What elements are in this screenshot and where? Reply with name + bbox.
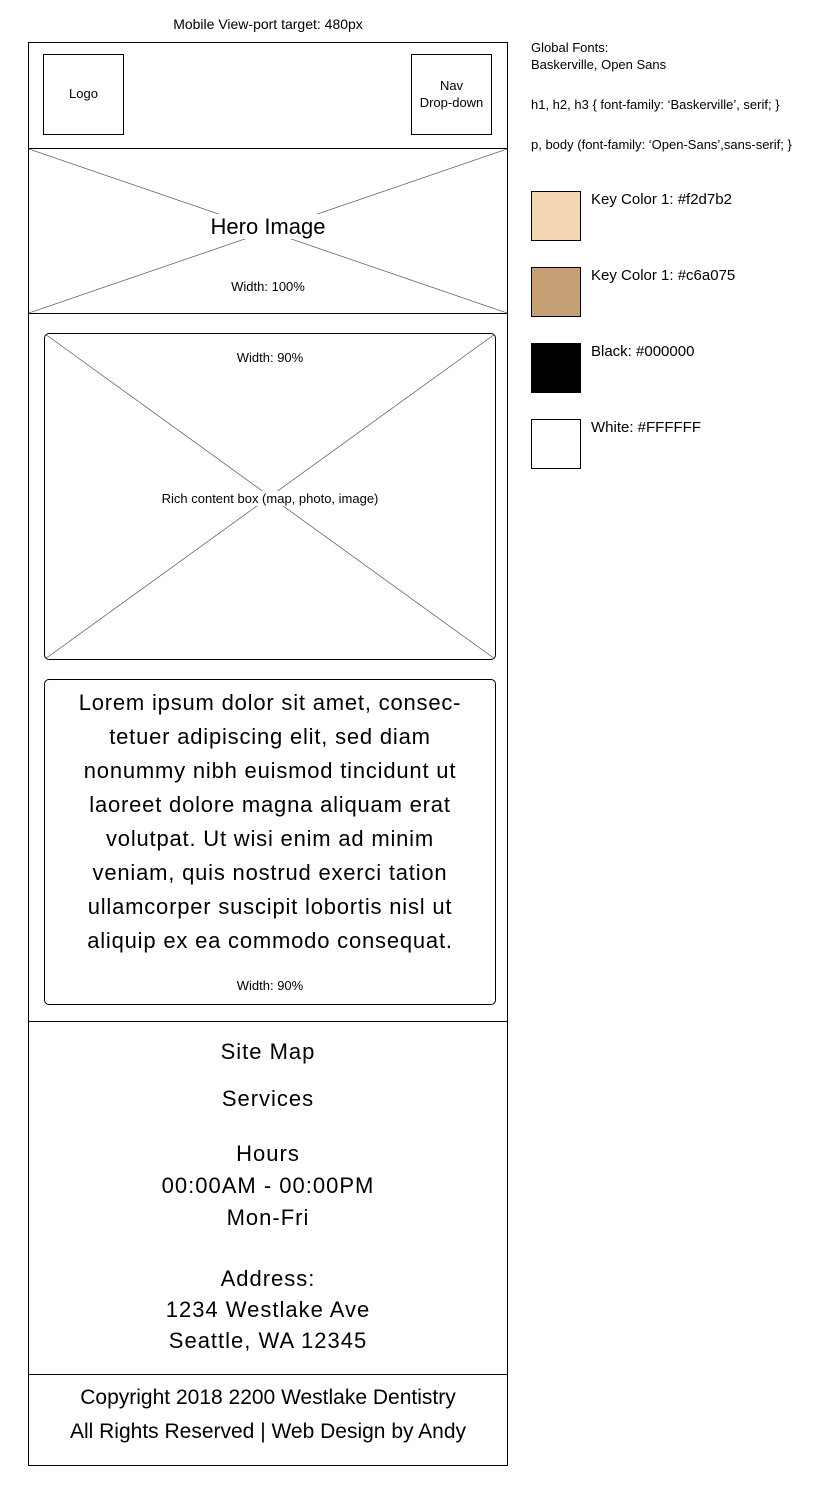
footer-hours-title: Hours [236,1141,300,1166]
rich-content-label: Rich content box (map, photo, image) [157,491,383,506]
color-swatch-label: Key Color 1: #c6a075 [591,267,736,284]
copyright-line1: Copyright 2018 2200 Westlake Dentistry [80,1386,456,1409]
text-line: volutpat. Ut wisi enim ad minim [105,826,434,851]
fonts-list: Baskerville, Open Sans [531,56,667,72]
style-guide-fonts: Global Fonts: Baskerville, Open Sans [531,40,821,74]
footer-divider [28,1021,508,1022]
fonts-heading: Global Fonts: [531,40,609,55]
text-line: ullamcorper suscipit lobortis nisl ut [87,894,453,919]
text-block-body: Lorem ipsum dolor sit amet, consec- tetu… [52,686,488,958]
footer-hours-days: Mon-Fri [226,1205,310,1230]
heading-font-rule: h1, h2, h3 { font-family: ‘Baskerville’,… [531,97,780,112]
text-line: nonummy nibh euismod tincidunt ut [83,758,457,783]
color-swatch [531,419,581,469]
text-line: tetuer adipiscing elit, sed diam [109,724,431,749]
color-swatch [531,191,581,241]
viewport-title: Mobile View-port target: 480px [173,16,363,32]
footer-site-map-link[interactable]: Site Map [28,1039,508,1065]
copyright-line2: All Rights Reserved | Web Design by Andy [69,1420,467,1443]
footer-address-line1: 1234 Westlake Ave [165,1297,371,1322]
text-line: Lorem ipsum dolor sit amet, consec- [78,690,462,715]
text-line: veniam, quis nostrud exerci tation [92,860,448,885]
color-swatch [531,267,581,317]
logo-placeholder[interactable]: Logo [43,54,124,135]
nav-dropdown-placeholder[interactable]: Nav Drop-down [411,54,492,135]
body-font-rule: p, body (font-family: ‘Open-Sans’,sans-s… [531,137,792,152]
footer-services-link[interactable]: Services [28,1086,508,1112]
footer-address-line2: Seattle, WA 12345 [168,1328,368,1353]
hero-title: Hero Image [206,214,330,239]
footer-hours-time: 00:00AM - 00:00PM [161,1173,375,1198]
color-swatch [531,343,581,393]
text-line: laoreet dolore magna aliquam erat [89,792,451,817]
copyright-divider [28,1374,508,1375]
color-swatch-label: Key Color 1: #f2d7b2 [591,191,732,208]
text-block-width-note: Width: 90% [236,978,304,993]
color-swatch-label: White: #FFFFFF [591,419,701,436]
footer-address-title: Address: [220,1266,316,1291]
hero-width-note: Width: 100% [227,279,309,294]
color-swatch-label: Black: #000000 [591,343,695,360]
text-line: aliquip ex ea commodo consequat. [87,928,453,953]
rich-content-width-note: Width: 90% [232,350,308,365]
